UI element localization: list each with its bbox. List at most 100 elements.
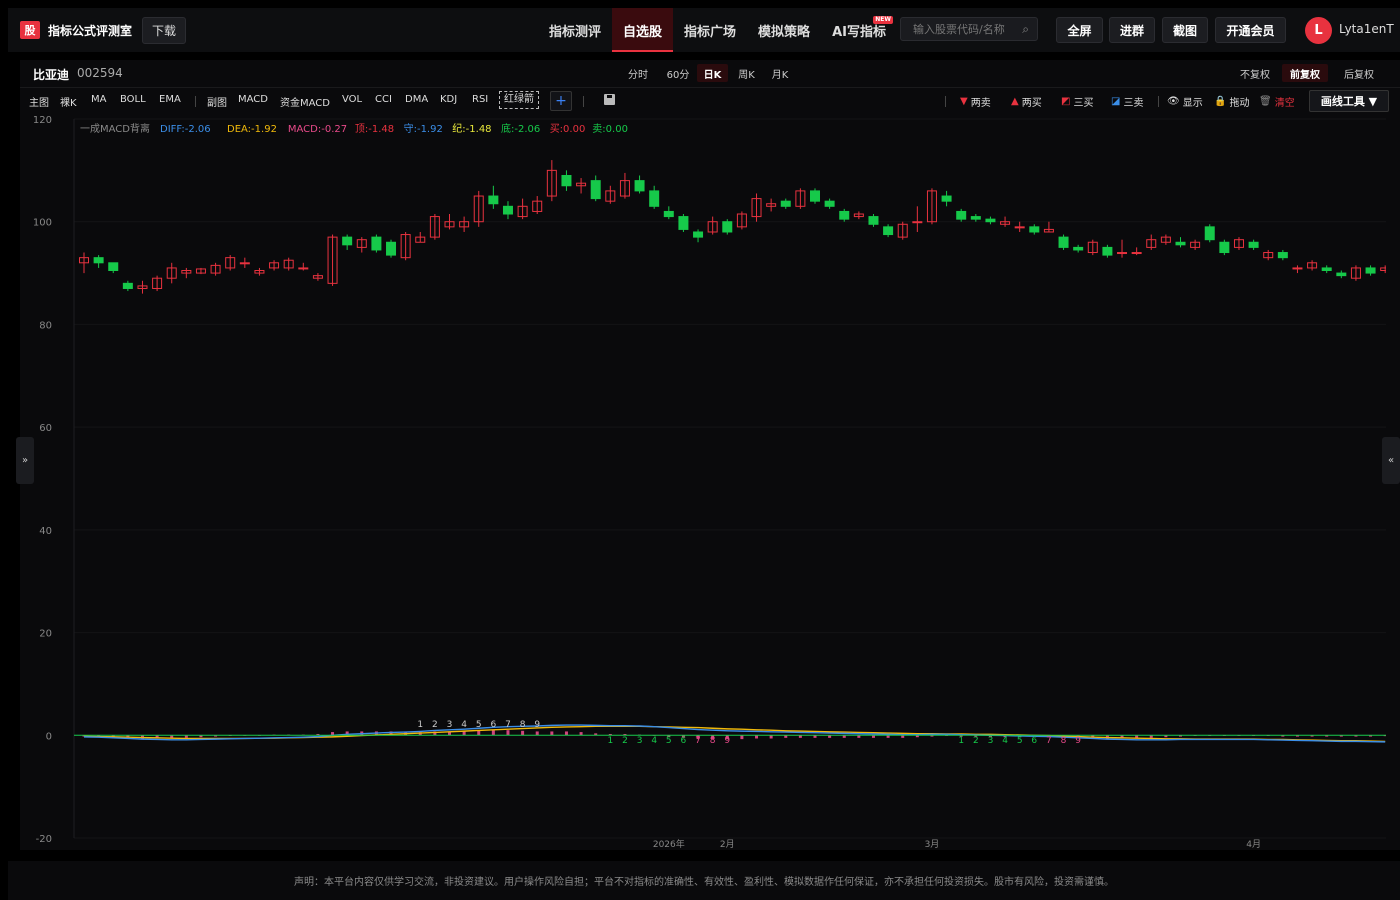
- fullscreen-button[interactable]: 全屏: [1056, 17, 1103, 43]
- indicator-red-green-arrow[interactable]: 红绿箭: [499, 91, 539, 109]
- two-sell-tool[interactable]: ▼ 两卖: [960, 94, 991, 109]
- app-title: 指标公式评测室: [48, 23, 133, 38]
- candle-body: [634, 180, 645, 192]
- drag-tool[interactable]: 🔒 拖动: [1214, 94, 1249, 109]
- candle-body: [1204, 226, 1215, 241]
- adjust-tab-2[interactable]: 后复权: [1336, 64, 1382, 82]
- td-count-down: 3: [637, 736, 643, 746]
- macd-bar: [462, 731, 466, 736]
- legend-item: 守:-1.92: [404, 122, 443, 135]
- stock-search[interactable]: ⌕: [900, 17, 1038, 41]
- td-count-down: 6: [1031, 736, 1037, 746]
- sub-indicator-6[interactable]: KDJ: [440, 94, 457, 105]
- sub-indicator-2[interactable]: 资金MACD: [280, 94, 330, 109]
- macd-bar: [506, 730, 510, 736]
- candle-body: [1014, 226, 1025, 229]
- kline-chart[interactable]: 120100806040200-20 2026年 2月 3月 4月1 2 3 4 5 6 7 8 91 2…: [20, 113, 1386, 848]
- td-count-up: 8: [520, 720, 526, 730]
- add-indicator-button[interactable]: +: [550, 91, 572, 111]
- period-tab-3[interactable]: 周K: [733, 64, 760, 82]
- td-count-down: 9: [724, 736, 730, 746]
- x-tick-label: 4月: [1246, 839, 1261, 848]
- join-group-button[interactable]: 进群: [1109, 17, 1155, 43]
- candle-body: [1365, 267, 1376, 274]
- three-sell-tool[interactable]: ◪ 三卖: [1111, 94, 1143, 109]
- td-count-down: 2: [973, 736, 979, 746]
- download-button[interactable]: 下载: [142, 16, 187, 44]
- sub-indicator-7[interactable]: RSI: [472, 94, 488, 105]
- nav-item-2[interactable]: 指标广场: [673, 8, 747, 52]
- x-tick-label: 2月: [720, 839, 735, 848]
- legend-item: MACD:-0.27: [288, 124, 347, 135]
- legend-item: 买:0.00: [550, 123, 586, 135]
- candle-body: [1073, 246, 1084, 251]
- period-tab-2[interactable]: 日K: [697, 64, 728, 82]
- avatar[interactable]: L: [1305, 17, 1332, 44]
- adjust-tab-0[interactable]: 不复权: [1232, 64, 1278, 82]
- legend-item: DIFF:-2.06: [160, 124, 211, 135]
- sub-indicator-5[interactable]: DMA: [405, 94, 428, 105]
- sub-indicator-3[interactable]: VOL: [342, 94, 362, 105]
- sub-indicator-0[interactable]: 副图: [207, 94, 227, 109]
- username[interactable]: Lyta1enT: [1339, 22, 1394, 36]
- membership-button[interactable]: 开通会员: [1215, 17, 1286, 43]
- new-badge: NEW: [873, 16, 893, 24]
- search-icon[interactable]: ⌕: [1022, 22, 1029, 37]
- stock-code: 002594: [77, 66, 123, 80]
- three-buy-tool[interactable]: ◩ 三买: [1061, 94, 1093, 109]
- macd-bar: [740, 735, 744, 740]
- main-indicator-1[interactable]: 裸K: [60, 94, 77, 109]
- x-tick-label: 2026年: [653, 838, 685, 848]
- period-tab-4[interactable]: 月K: [767, 64, 793, 82]
- stock-info-row: 比亚迪 002594 分时 60分 日K 周K 月K 不复权 前复权 后复权: [20, 60, 1400, 86]
- screenshot-button[interactable]: 截图: [1162, 17, 1208, 43]
- candle-body: [956, 210, 967, 220]
- candle-body: [649, 190, 660, 207]
- nav-item-0[interactable]: 指标测评: [538, 8, 612, 52]
- x-tick-label: 3月: [925, 839, 940, 848]
- divider: [1158, 96, 1159, 107]
- clear-tool[interactable]: 🗑 清空: [1259, 94, 1295, 109]
- candle-body: [1219, 241, 1230, 254]
- candle-body: [970, 216, 981, 220]
- candle-body: [488, 195, 499, 205]
- candle-body: [561, 174, 572, 187]
- show-tool[interactable]: 👁 显示: [1167, 94, 1203, 109]
- y-tick-label: 0: [46, 731, 52, 742]
- y-tick-label: 40: [39, 526, 52, 537]
- legend-item: 顶:-1.48: [355, 123, 394, 135]
- divider: [195, 96, 196, 107]
- td-count-down: 7: [695, 736, 701, 746]
- macd-bar: [535, 731, 539, 736]
- macd-bar: [491, 730, 495, 736]
- nav-item-3[interactable]: 模拟策略: [747, 8, 821, 52]
- period-tab-0[interactable]: 分时: [624, 64, 652, 82]
- main-indicator-3[interactable]: BOLL: [120, 94, 146, 105]
- candle-body: [1175, 241, 1186, 246]
- two-buy-tool[interactable]: ▲ 两买: [1011, 94, 1042, 109]
- td-count-down: 6: [681, 736, 687, 746]
- draw-tools-button[interactable]: 画线工具 ▼: [1309, 90, 1389, 112]
- legend-item: 底:-2.06: [501, 122, 540, 135]
- y-tick-label: 80: [39, 320, 52, 331]
- td-count-down: 1: [607, 736, 613, 746]
- candle-body: [386, 241, 397, 256]
- save-icon[interactable]: [604, 94, 615, 105]
- diff-line: [83, 724, 1386, 743]
- stock-name: 比亚迪: [33, 68, 70, 82]
- candle-body: [108, 262, 119, 272]
- main-indicator-2[interactable]: MA: [91, 94, 106, 105]
- sub-indicator-1[interactable]: MACD: [238, 94, 268, 105]
- main-indicator-4[interactable]: EMA: [159, 94, 181, 105]
- period-tab-1[interactable]: 60分: [661, 64, 695, 82]
- candle-body: [298, 267, 309, 270]
- sub-indicator-4[interactable]: CCI: [375, 94, 392, 105]
- td-count-down: 8: [710, 736, 716, 746]
- nav-item-1[interactable]: 自选股: [612, 8, 674, 52]
- adjust-tab-1[interactable]: 前复权: [1282, 64, 1328, 82]
- nav-item-4[interactable]: AI写指标 NEW: [821, 8, 897, 52]
- search-input[interactable]: [911, 21, 1015, 37]
- candle-body: [693, 231, 704, 238]
- main-indicator-0[interactable]: 主图: [29, 94, 49, 109]
- candle-body: [824, 200, 835, 207]
